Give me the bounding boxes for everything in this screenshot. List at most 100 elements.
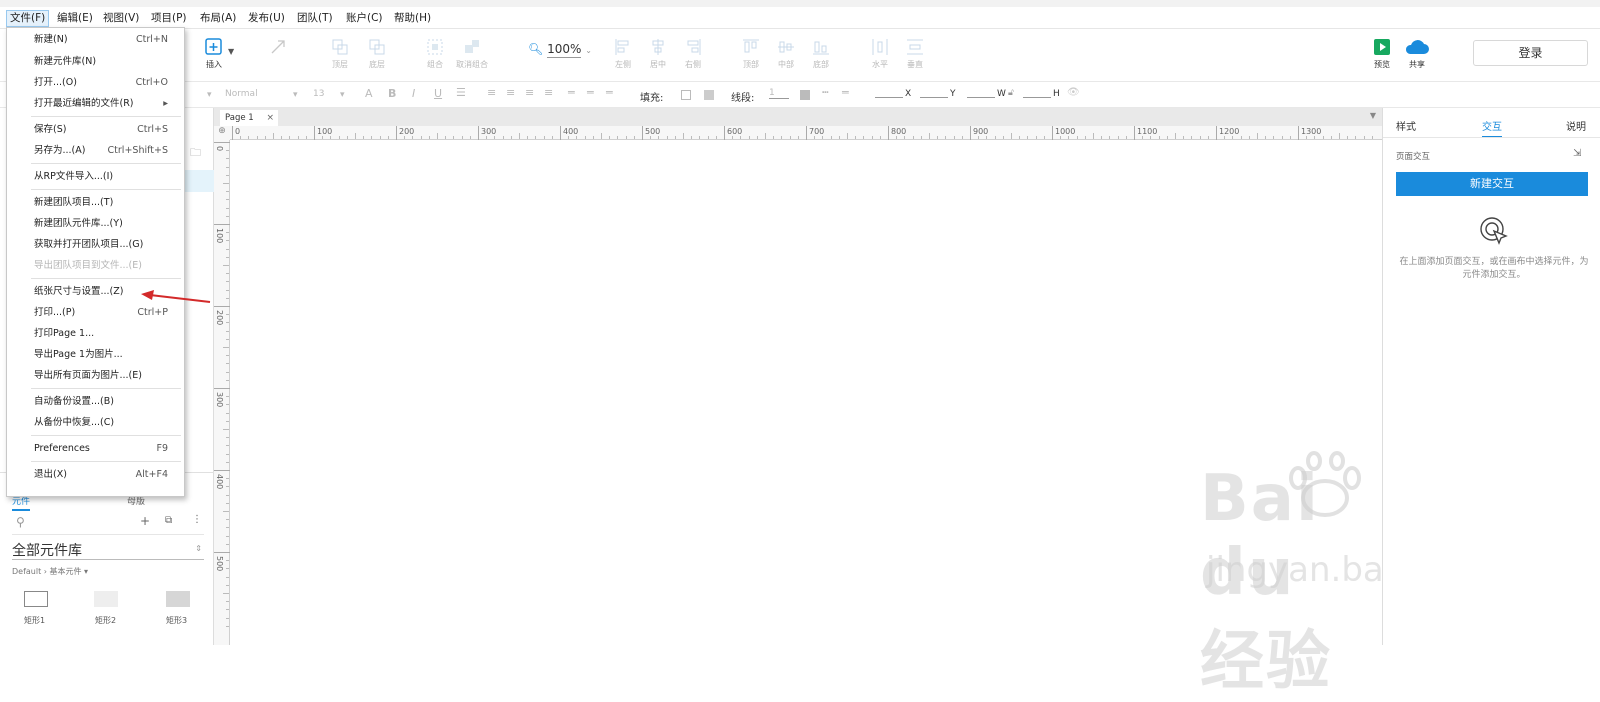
menu-item-print-page[interactable]: 打印Page 1... (7, 324, 184, 344)
library-select[interactable]: 全部元件库 ⇕ (12, 540, 204, 560)
menu-item-restore-backup[interactable]: 从备份中恢复...(C) (7, 413, 184, 433)
menu-item-exit[interactable]: 退出(X) Alt+F4 (7, 465, 184, 485)
align-left-button[interactable]: 左侧 (603, 38, 643, 70)
fill-shadow-swatch[interactable] (704, 90, 714, 100)
menu-layout[interactable]: 布局(A) (197, 10, 239, 27)
justify-icon[interactable]: ≡ (544, 86, 553, 99)
close-tab-icon[interactable]: × (266, 110, 274, 126)
distribute-vertical-button[interactable]: 垂直 (895, 38, 935, 70)
menu-item-export-page-image[interactable]: 导出Page 1为图片... (7, 345, 184, 365)
style-select[interactable]: Normal (225, 89, 300, 99)
menu-publish[interactable]: 发布(U) (245, 10, 288, 27)
send-to-back-button[interactable]: 底层 (357, 38, 397, 70)
add-folder-icon[interactable]: 🗀︎ (190, 144, 201, 163)
group-button[interactable]: 组合 (415, 38, 455, 70)
menu-item-new-team-library[interactable]: 新建团队元件库...(Y) (7, 214, 184, 234)
valign-top-icon[interactable]: ═ (568, 86, 575, 99)
title-bar (0, 0, 1600, 7)
valign-bottom-icon[interactable]: ═ (606, 86, 613, 99)
menu-item-export-all-images[interactable]: 导出所有页面为图片...(E) (7, 366, 184, 386)
menu-item-import-rp[interactable]: 从RP文件导入...(I) (7, 167, 184, 187)
expand-icon[interactable]: ⇲ (1573, 148, 1581, 159)
widget-rect1-thumb[interactable] (24, 591, 48, 607)
visibility-eye-icon[interactable]: 👁︎ (1067, 87, 1080, 98)
distribute-horizontal-button[interactable]: 水平 (860, 38, 900, 70)
stroke-color-swatch[interactable] (800, 90, 810, 100)
more-options-icon[interactable]: ⋮ (192, 514, 202, 525)
valign-middle-icon[interactable]: ═ (587, 86, 594, 99)
tab-notes[interactable]: 说明 (1566, 118, 1586, 133)
menu-team[interactable]: 团队(T) (294, 10, 336, 27)
login-button[interactable]: 登录 (1473, 40, 1588, 66)
menu-project[interactable]: 项目(P) (148, 10, 190, 27)
menu-help[interactable]: 帮助(H) (391, 10, 434, 27)
h-input[interactable] (1023, 97, 1051, 98)
style-chevron-icon: ▾ (293, 90, 298, 100)
share-button[interactable]: 共享 (1397, 38, 1437, 70)
page-tab[interactable]: Page 1 × (220, 110, 278, 126)
menu-account[interactable]: 账户(C) (343, 10, 386, 27)
fill-color-swatch[interactable] (681, 90, 691, 100)
align-center-button[interactable]: 居中 (638, 38, 678, 70)
canvas-area[interactable]: Page 1 × ▼ ⊕ 0 100 200 300 400 500 600 700 800 90… (214, 108, 1520, 699)
search-icon[interactable]: ⚲ (16, 515, 25, 529)
menu-item-get-team-project[interactable]: 获取并打开团队项目...(G) (7, 235, 184, 255)
ruler-origin-icon[interactable]: ⊕ (214, 126, 230, 140)
menu-item-save[interactable]: 保存(S) Ctrl+S (7, 120, 184, 140)
underline-icon[interactable]: U (434, 87, 442, 100)
menu-file[interactable]: 文件(F) (6, 10, 50, 27)
y-input[interactable] (920, 97, 948, 98)
bullet-list-icon[interactable]: ☰ (456, 86, 466, 99)
zoom-control[interactable]: 🔍︎ 100% ⌄ (528, 42, 592, 58)
ruler-minor-tick (1224, 136, 1226, 139)
widget-rect3-thumb[interactable] (166, 591, 190, 607)
w-input[interactable] (967, 97, 995, 98)
menu-item-save-as[interactable]: 另存为...(A) Ctrl+Shift+S (7, 141, 184, 161)
tab-interactions[interactable]: 交互 (1482, 118, 1502, 138)
font-color-icon[interactable]: A (365, 87, 373, 100)
stroke-pattern-icon[interactable]: ┅ (822, 86, 829, 99)
bring-to-front-button[interactable]: 顶层 (320, 38, 360, 70)
align-middle-button[interactable]: 中部 (766, 38, 806, 70)
insert-icon (205, 38, 223, 56)
menu-item-new-team-project[interactable]: 新建团队项目...(T) (7, 193, 184, 213)
ruler-minor-tick (223, 511, 229, 512)
menu-item-shortcut: Ctrl+Shift+S (107, 145, 168, 156)
menu-item-new[interactable]: 新建(N) Ctrl+N (7, 30, 184, 50)
arrow-style-icon[interactable]: ═ (842, 86, 849, 99)
library-breadcrumb[interactable]: Default › 基本元件 ▾ (12, 566, 88, 577)
bold-icon[interactable]: B (388, 87, 396, 100)
library-menu-icon[interactable]: ⧉ (165, 515, 172, 526)
menu-item-open[interactable]: 打开...(O) Ctrl+O (7, 73, 184, 93)
align-text-center-icon[interactable]: ≡ (506, 86, 515, 99)
tab-list-chevron-icon[interactable]: ▼ (1370, 111, 1376, 120)
new-interaction-button[interactable]: 新建交互 (1396, 172, 1588, 196)
insert-dropdown-icon[interactable]: ▼ (228, 47, 234, 56)
ruler-tick (214, 552, 230, 553)
widget-rect2-thumb[interactable] (94, 591, 118, 607)
tab-style[interactable]: 样式 (1396, 118, 1416, 133)
stroke-width-input[interactable]: 1 (769, 88, 789, 99)
font-size-select[interactable]: 13 (313, 89, 324, 99)
ungroup-button[interactable]: 取消组合 (452, 38, 492, 70)
ruler-tick-label: 500 (645, 127, 661, 136)
align-text-left-icon[interactable]: ≡ (487, 86, 496, 99)
align-top-button[interactable]: 顶部 (731, 38, 771, 70)
align-right-button[interactable]: 右侧 (673, 38, 713, 70)
menu-view[interactable]: 视图(V) (100, 10, 142, 27)
menu-item-open-recent[interactable]: 打开最近编辑的文件(R) ▸ (7, 94, 184, 114)
menu-item-preferences[interactable]: Preferences F9 (7, 439, 184, 459)
x-input[interactable] (875, 97, 903, 98)
align-text-right-icon[interactable]: ≡ (525, 86, 534, 99)
menu-item-auto-backup-settings[interactable]: 自动备份设置...(B) (7, 392, 184, 412)
add-library-icon[interactable]: + (140, 514, 150, 528)
lock-icon[interactable]: 🔓︎ (1008, 88, 1014, 98)
italic-icon[interactable]: I (412, 87, 415, 100)
menu-item-label: 新建(N) (34, 34, 68, 45)
preview-button[interactable]: 预览 (1362, 38, 1402, 70)
font-family-dropdown-chevron-icon[interactable]: ▾ (207, 90, 212, 100)
menu-item-new-library[interactable]: 新建元件库(N) (7, 52, 184, 72)
align-bottom-button[interactable]: 底部 (801, 38, 841, 70)
menu-edit[interactable]: 编辑(E) (54, 10, 96, 27)
connector-button[interactable] (258, 38, 298, 59)
